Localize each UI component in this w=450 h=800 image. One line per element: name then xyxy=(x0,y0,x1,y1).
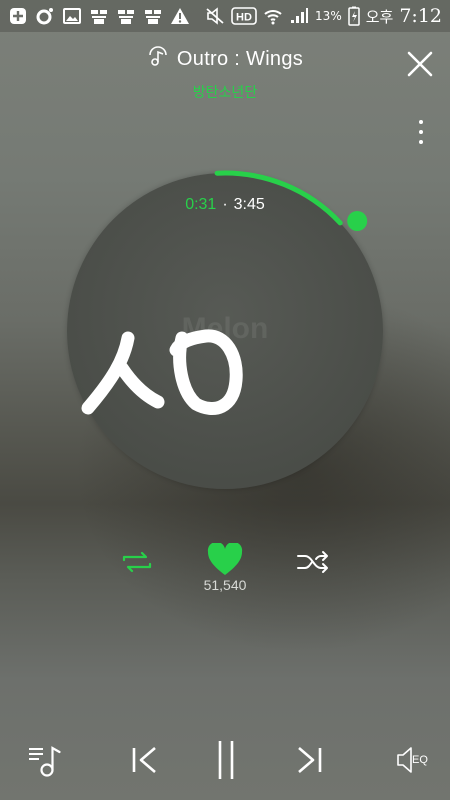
signal-icon xyxy=(289,6,309,26)
warning-icon xyxy=(170,6,190,26)
plus-box-icon xyxy=(8,6,28,26)
more-dot-icon xyxy=(419,140,423,144)
wifi-icon xyxy=(263,6,283,26)
total-time: 3:45 xyxy=(233,196,265,213)
status-am-pm: 오후 xyxy=(365,7,394,26)
repeat-button[interactable] xyxy=(118,547,156,577)
next-button[interactable] xyxy=(290,738,330,782)
melon-watermark: Melon xyxy=(181,312,269,345)
more-dot-icon xyxy=(419,120,423,124)
battery-charging-icon xyxy=(347,6,360,26)
status-bar: HD 13% 오후 7:12 xyxy=(0,0,450,32)
app-icon xyxy=(89,6,109,26)
heart-icon xyxy=(207,541,243,575)
mute-icon xyxy=(205,6,225,26)
svg-text:HD: HD xyxy=(236,12,252,24)
status-time: 7:12 xyxy=(399,5,442,27)
circle-o-icon xyxy=(35,6,55,26)
pause-button[interactable] xyxy=(206,738,246,782)
previous-button[interactable] xyxy=(124,738,164,782)
more-options-button[interactable] xyxy=(410,118,432,146)
artist-name[interactable]: 방탄소년단 xyxy=(0,82,450,102)
hd-icon: HD xyxy=(231,6,257,26)
speaker-icon xyxy=(397,747,412,773)
seek-handle xyxy=(347,211,368,231)
time-separator: · xyxy=(222,196,228,213)
battery-percent: 13% xyxy=(315,9,342,23)
now-playing-header: Outro : Wings 방탄소년단 xyxy=(0,46,450,102)
next-icon xyxy=(298,747,322,773)
app-icon xyxy=(116,6,136,26)
close-icon xyxy=(407,51,433,77)
repeat-icon xyxy=(122,551,152,573)
elapsed-time: 0:31 xyxy=(185,196,217,213)
shuffle-icon xyxy=(297,551,328,573)
shuffle-button[interactable] xyxy=(294,547,332,577)
more-dot-icon xyxy=(419,130,423,134)
previous-icon xyxy=(132,747,156,773)
eq-label: EQ xyxy=(412,754,428,766)
song-title[interactable]: Outro : Wings xyxy=(177,48,303,71)
pause-icon xyxy=(218,741,234,779)
image-icon xyxy=(62,6,82,26)
like-count: 51,540 xyxy=(203,577,247,593)
time-display: 0:31 · 3:45 xyxy=(0,196,450,214)
close-button[interactable] xyxy=(404,48,436,80)
playlist-icon xyxy=(29,746,61,777)
app-icon xyxy=(143,6,163,26)
transport-bar: EQ xyxy=(0,730,450,790)
playlist-button[interactable] xyxy=(22,738,68,782)
like-button[interactable] xyxy=(206,541,244,577)
music-note-icon xyxy=(147,46,169,72)
equalizer-button[interactable]: EQ xyxy=(388,738,434,782)
